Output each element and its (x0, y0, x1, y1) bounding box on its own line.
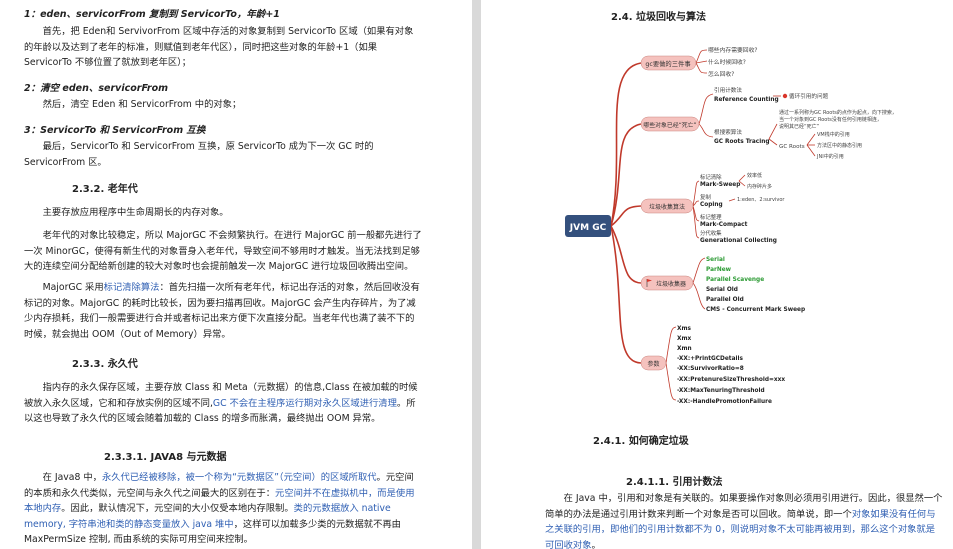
svg-text:gc要做的三件事: gc要做的三件事 (645, 59, 691, 68)
svg-text:垃圾收集器: 垃圾收集器 (656, 280, 686, 288)
java8-paragraph: 在 Java8 中，永久代已经被移除，被一个称为“元数据区”（元空间）的区域所取… (24, 472, 415, 546)
param-xmx: Xmx (677, 336, 692, 342)
old-gen-paragraph-2: 老年代的对象比较稳定，所以 MajorGC 不会频繁执行。在进行 MajorGC… (24, 230, 422, 273)
perm-gen-paragraph: 指内存的永久保存区域，主要存放 Class 和 Meta（元数据）的信息,Cla… (24, 382, 418, 425)
three-q-item-2: 什么时候回收? (708, 58, 746, 66)
gen-name: Generational Collecting (700, 238, 777, 244)
old-gen-paragraph-1: 主要存放应用程序中生命周期长的内存对象。 (42, 207, 229, 218)
param-pretenure: -XX:PretenureSizeThreshold=xxx (677, 377, 785, 383)
java8-metaspace-title: 2.3.3.1. JAVA8 与元数据 (104, 452, 227, 463)
reach-title: 根搜索算法 (714, 128, 742, 136)
left-page: 1：eden、servicorFrom 复制到 ServicorTo，年龄+1 … (0, 0, 472, 549)
old-gen-title: 2.3.2. 老年代 (72, 184, 138, 195)
gcroots-item-1: VM栈中的引用 (817, 131, 850, 138)
rc-title: 引用计数法 (714, 86, 742, 94)
perm-gen-title: 2.3.3. 永久代 (72, 359, 138, 370)
mc-title: 标记整理 (700, 213, 722, 221)
reach-note-2: 当一个对象到GC Roots没有任何引用链相连， (779, 116, 882, 123)
param-xmn: Xmn (677, 346, 692, 352)
mark-sweep-link[interactable]: 标记清除算法 (104, 282, 160, 293)
mindmap-branches (610, 62, 642, 364)
ref-count-title: 2.4.1.1. 引用计数法 (626, 477, 723, 488)
gcroots-item-2: 方法区中的静态引用 (817, 142, 862, 149)
cp-title: 复制 (700, 193, 711, 201)
mindmap-root-label: JVM GC (569, 223, 607, 233)
metaspace-link[interactable]: 永久代已经被移除，被一个称为“元数据区”（元空间）的区域所取代 (102, 472, 377, 483)
param-maxtenuring: -XX:MaxTenuringThreshold (677, 388, 765, 394)
param-handlepromotion: -XX:-HandlePromotionFailure (677, 399, 772, 405)
ms-name: Mark-Sweep (700, 182, 740, 188)
step1-heading: 1：eden、servicorFrom 复制到 ServicorTo，年龄+1 (24, 9, 280, 20)
cp-name: Coping (700, 202, 723, 208)
determine-garbage-title: 2.4.1. 如何确定垃圾 (593, 436, 689, 447)
collector-parallel-scavenge: Parallel Scavenge (706, 277, 764, 283)
svg-text:垃圾收集算法: 垃圾收集算法 (649, 203, 685, 211)
step3-heading: 3：ServicorTo 和 ServicorFrom 互换 (24, 125, 206, 136)
node-params[interactable]: 参数 (640, 355, 667, 371)
right-page: 2.4. 垃圾回收与算法 JVM GC gc要做的三件事 哪些内存需要回收? 什… (481, 0, 953, 549)
jvm-gc-mindmap: JVM GC gc要做的三件事 哪些内存需要回收? 什么时候回收? 怎么回收? … (565, 46, 897, 405)
three-q-item-3: 怎么回收? (708, 70, 734, 78)
warning-icon (782, 93, 788, 99)
collector-parnew: ParNew (706, 267, 732, 273)
collector-cms: CMS - Concurrent Mark Sweep (706, 307, 805, 313)
ms-note-2: 内存碎片多 (747, 183, 772, 190)
reach-note-3: 说明其已经“死亡” (779, 123, 820, 130)
ref-count-paragraph: 在 Java 中，引用和对象是有关联的。如果要操作对象则必须用引用进行。因此，很… (545, 493, 943, 549)
perm-gc-link[interactable]: GC 不会在主程序运行期对永久区域进行清理 (213, 398, 397, 409)
reach-name: GC Roots Tracing (714, 139, 770, 145)
param-xms: Xms (677, 326, 692, 332)
reach-note-1: 通过一系列称为GC Roots的点作为起点，向下搜索， (779, 109, 897, 116)
node-three-things[interactable]: gc要做的三件事 (640, 55, 697, 71)
rc-note: 循环引用的问题 (789, 92, 829, 100)
svg-text:参数: 参数 (647, 360, 659, 368)
gcroots-item-3: JNI中的引用 (816, 153, 844, 160)
node-collectors[interactable]: 垃圾收集器 (640, 275, 694, 291)
cp-note: 1:eden、2:survivor (737, 197, 785, 203)
step1-paragraph: 首先，把 Eden和 ServivorFrom 区域中存活的对象复制到 Serv… (24, 26, 414, 69)
node-gc-algorithms[interactable]: 垃圾收集算法 (640, 198, 694, 214)
svg-text:哪些对象已经“死亡”: 哪些对象已经“死亡” (643, 121, 696, 129)
mc-name: Mark-Compact (700, 222, 748, 228)
collector-serial-old: Serial Old (706, 287, 738, 293)
gcroots-label: GC Roots (779, 144, 805, 150)
collector-parallel-old: Parallel Old (706, 297, 744, 303)
step2-paragraph: 然后，清空 Eden 和 ServicorFrom 中的对象； (42, 99, 242, 110)
ms-title: 标记清除 (700, 173, 722, 181)
collector-serial: Serial (706, 257, 725, 263)
node-dead-objects[interactable]: 哪些对象已经“死亡” (640, 116, 700, 132)
step2-heading: 2：清空 eden、servicorFrom (24, 83, 168, 94)
rc-name: Reference Counting (714, 97, 779, 103)
three-q-item-1: 哪些内存需要回收? (708, 46, 757, 54)
gen-title: 分代收集 (700, 229, 722, 237)
old-gen-paragraph-3: MajorGC 采用标记清除算法：首先扫描一次所有老年代，标记出存活的对象，然后… (24, 282, 420, 340)
step3-paragraph: 最后，ServicorTo 和 ServicorFrom 互换，原 Servic… (24, 141, 374, 168)
param-printgcdetails: -XX:+PrintGCDetails (677, 356, 743, 362)
param-survivorratio: -XX:SurvivorRatio=8 (677, 366, 744, 372)
ms-note-1: 效率低 (747, 172, 762, 179)
